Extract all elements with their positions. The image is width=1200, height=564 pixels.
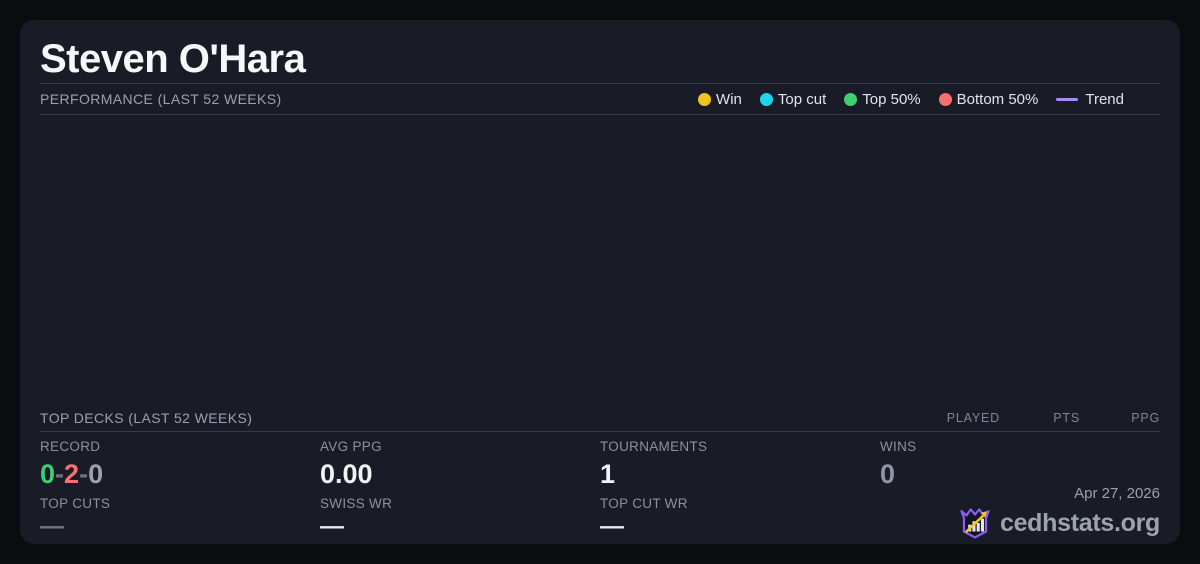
legend-item-top-cut[interactable]: Top cut — [760, 91, 826, 108]
player-stats-card: Steven O'Hara PERFORMANCE (LAST 52 WEEKS… — [20, 20, 1180, 544]
column-header-pts: PTS — [1000, 411, 1080, 425]
stat-avg-ppg: AVG PPG 0.00 SWISS WR — — [320, 439, 600, 537]
legend-label: Top cut — [778, 91, 826, 108]
top-cut-wr-label: TOP CUT WR — [600, 496, 880, 511]
record-value: 0-2-0 — [40, 459, 320, 489]
legend-label: Trend — [1085, 91, 1124, 108]
top-50-dot-icon — [844, 93, 857, 106]
record-label: RECORD — [40, 439, 320, 454]
chart-legend: Win Top cut Top 50% Bottom 50% Trend — [698, 91, 1124, 108]
top-decks-section-title: TOP DECKS (LAST 52 WEEKS) — [40, 410, 252, 426]
trend-line-icon — [1056, 98, 1078, 101]
column-header-ppg: PPG — [1080, 411, 1160, 425]
record-wins: 0 — [40, 459, 55, 489]
page-title: Steven O'Hara — [40, 37, 305, 83]
brand-row[interactable]: cedhstats.org — [958, 506, 1160, 540]
legend-label: Win — [716, 91, 742, 108]
stat-tournaments: TOURNAMENTS 1 TOP CUT WR — — [600, 439, 880, 537]
top-decks-column-headers: PLAYED PTS PPG — [920, 411, 1160, 425]
performance-chart — [20, 115, 1180, 405]
legend-item-bottom-50[interactable]: Bottom 50% — [939, 91, 1039, 108]
legend-item-win[interactable]: Win — [698, 91, 742, 108]
win-dot-icon — [698, 93, 711, 106]
avg-ppg-label: AVG PPG — [320, 439, 600, 454]
stat-record: RECORD 0-2-0 TOP CUTS — — [40, 439, 320, 537]
record-separator: - — [79, 459, 88, 489]
performance-section-title: PERFORMANCE (LAST 52 WEEKS) — [40, 91, 282, 107]
legend-item-top-50[interactable]: Top 50% — [844, 91, 920, 108]
title-row: Steven O'Hara — [40, 20, 1160, 84]
bottom-50-dot-icon — [939, 93, 952, 106]
column-header-played: PLAYED — [920, 411, 1000, 425]
record-losses: 2 — [64, 459, 79, 489]
top-decks-header-row: TOP DECKS (LAST 52 WEEKS) PLAYED PTS PPG — [40, 405, 1160, 432]
brand-name: cedhstats.org — [1000, 509, 1160, 538]
swiss-wr-value: — — [320, 517, 600, 537]
performance-header-row: PERFORMANCE (LAST 52 WEEKS) Win Top cut … — [40, 84, 1160, 115]
top-cuts-label: TOP CUTS — [40, 496, 320, 511]
report-date: Apr 27, 2026 — [958, 486, 1160, 501]
record-separator: - — [55, 459, 64, 489]
legend-label: Bottom 50% — [957, 91, 1039, 108]
footer: Apr 27, 2026 cedhstats.org — [958, 486, 1160, 540]
top-cut-dot-icon — [760, 93, 773, 106]
legend-item-trend[interactable]: Trend — [1056, 91, 1124, 108]
cedhstats-logo-icon — [958, 506, 992, 540]
tournaments-value: 1 — [600, 459, 880, 489]
top-cuts-value: — — [40, 517, 320, 537]
wins-label: WINS — [880, 439, 1160, 454]
tournaments-label: TOURNAMENTS — [600, 439, 880, 454]
top-cut-wr-value: — — [600, 517, 880, 537]
avg-ppg-value: 0.00 — [320, 459, 600, 489]
swiss-wr-label: SWISS WR — [320, 496, 600, 511]
legend-label: Top 50% — [862, 91, 920, 108]
record-draws: 0 — [88, 459, 103, 489]
